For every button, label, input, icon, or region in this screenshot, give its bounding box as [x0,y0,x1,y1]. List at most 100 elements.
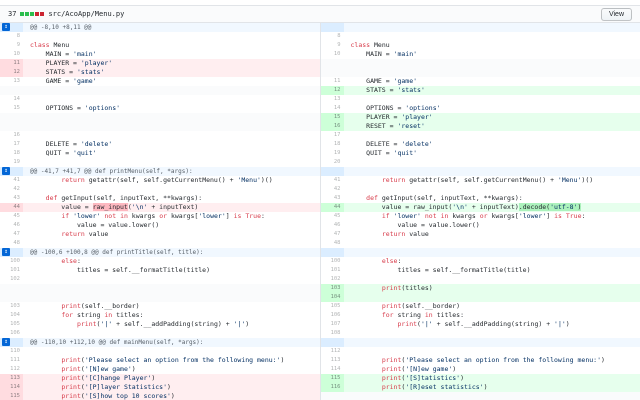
old-line-number[interactable]: 41 [0,176,23,185]
expand-hunk-cell[interactable]: ↕ [0,248,23,257]
new-line-number[interactable]: 115 [320,374,344,383]
expand-hunk-icon[interactable]: ↕ [2,167,10,175]
old-line-number[interactable]: 14 [0,95,23,104]
old-line-number[interactable]: 18 [0,149,23,158]
old-line-number[interactable]: 104 [0,311,23,320]
old-line-number[interactable]: 45 [0,212,23,221]
old-line-number[interactable]: 110 [0,347,23,356]
diff-row: 105 print('|' + self.__addPadding(string… [0,320,640,329]
new-line-number[interactable] [320,59,344,68]
view-button[interactable]: View [601,8,632,21]
new-line-number[interactable]: 100 [320,257,344,266]
new-line-number[interactable]: 45 [320,212,344,221]
new-line-number[interactable]: 105 [320,302,344,311]
old-code-line [23,275,320,284]
new-line-number[interactable]: 8 [320,32,344,41]
new-line-number[interactable] [320,68,344,77]
new-line-number[interactable]: 46 [320,221,344,230]
old-line-number[interactable] [0,284,23,293]
old-code-line: print('[C]hange Player') [23,374,320,383]
new-code-line: print(titles) [344,284,640,293]
new-line-number[interactable]: 114 [320,365,344,374]
new-line-number[interactable]: 47 [320,230,344,239]
new-line-number[interactable]: 116 [320,383,344,392]
new-line-number[interactable]: 101 [320,266,344,275]
new-line-number[interactable]: 48 [320,239,344,248]
old-line-number[interactable]: 46 [0,221,23,230]
old-line-number[interactable]: 43 [0,194,23,203]
old-line-number[interactable]: 114 [0,383,23,392]
new-line-number[interactable]: 13 [320,95,344,104]
old-line-number[interactable]: 113 [0,374,23,383]
new-line-number[interactable]: 20 [320,158,344,167]
expand-hunk-icon[interactable]: ↕ [2,23,10,31]
new-line-number[interactable]: 112 [320,347,344,356]
old-line-number[interactable]: 102 [0,275,23,284]
expand-hunk-cell[interactable]: ↕ [0,23,23,32]
old-line-number[interactable] [0,293,23,302]
new-line-number[interactable]: 10 [320,50,344,59]
old-code-line [23,239,320,248]
old-line-number[interactable]: 15 [0,104,23,113]
new-line-number[interactable]: 42 [320,185,344,194]
old-line-number[interactable]: 10 [0,50,23,59]
new-line-number[interactable]: 104 [320,293,344,302]
new-code-line: OPTIONS = 'options' [344,104,640,113]
old-line-number[interactable]: 105 [0,320,23,329]
old-line-number[interactable]: 111 [0,356,23,365]
new-line-number[interactable]: 17 [320,131,344,140]
diff-row: 101 titles = self.__formatTitle(title)10… [0,266,640,275]
old-line-number[interactable] [0,122,23,131]
old-line-number[interactable]: 44 [0,203,23,212]
new-line-number[interactable]: 14 [320,104,344,113]
new-line-number[interactable]: 106 [320,311,344,320]
file-path[interactable]: src/AcoApp/Menu.py [48,10,124,18]
old-line-number[interactable] [0,86,23,95]
new-line-number[interactable]: 107 [320,320,344,329]
new-line-number[interactable]: 11 [320,77,344,86]
expand-hunk-icon[interactable]: ↕ [2,338,10,346]
old-line-number[interactable]: 48 [0,239,23,248]
old-line-number[interactable]: 12 [0,68,23,77]
old-line-number[interactable]: 42 [0,185,23,194]
new-line-number[interactable]: 43 [320,194,344,203]
new-line-number[interactable]: 18 [320,140,344,149]
new-line-number[interactable] [320,392,344,400]
expand-hunk-icon[interactable]: ↕ [2,248,10,256]
new-code-line [344,59,640,68]
hunk-header-text: @@ -110,10 +112,10 @@ def mainMenu(self,… [23,338,320,347]
old-code-line [23,86,320,95]
old-line-number[interactable]: 8 [0,32,23,41]
new-line-number[interactable]: 102 [320,275,344,284]
new-line-number[interactable]: 15 [320,113,344,122]
new-line-number[interactable]: 19 [320,149,344,158]
old-line-number[interactable]: 106 [0,329,23,338]
old-line-number[interactable]: 100 [0,257,23,266]
old-line-number[interactable]: 47 [0,230,23,239]
new-line-number[interactable]: 108 [320,329,344,338]
new-line-number[interactable]: 12 [320,86,344,95]
old-line-number[interactable]: 17 [0,140,23,149]
new-line-number[interactable]: 113 [320,356,344,365]
old-line-number[interactable]: 13 [0,77,23,86]
old-line-number[interactable]: 9 [0,41,23,50]
new-line-number[interactable]: 16 [320,122,344,131]
old-code-line: print(self.__border) [23,302,320,311]
new-line-number[interactable]: 44 [320,203,344,212]
old-line-number[interactable]: 101 [0,266,23,275]
new-line-number[interactable]: 41 [320,176,344,185]
expand-hunk-cell[interactable]: ↕ [0,338,23,347]
old-line-number[interactable]: 112 [0,365,23,374]
new-line-number[interactable]: 103 [320,284,344,293]
hunk-header-text: @@ -100,6 +100,8 @@ def printTitle(self,… [23,248,320,257]
old-line-number[interactable] [0,113,23,122]
old-line-number[interactable]: 11 [0,59,23,68]
diff-row: 102 102 [0,275,640,284]
old-line-number[interactable]: 103 [0,302,23,311]
old-line-number[interactable]: 16 [0,131,23,140]
expand-hunk-cell[interactable]: ↕ [0,167,23,176]
new-code-line: print('[S]tatistics') [344,374,640,383]
old-line-number[interactable]: 115 [0,392,23,400]
old-line-number[interactable]: 19 [0,158,23,167]
new-line-number[interactable]: 9 [320,41,344,50]
